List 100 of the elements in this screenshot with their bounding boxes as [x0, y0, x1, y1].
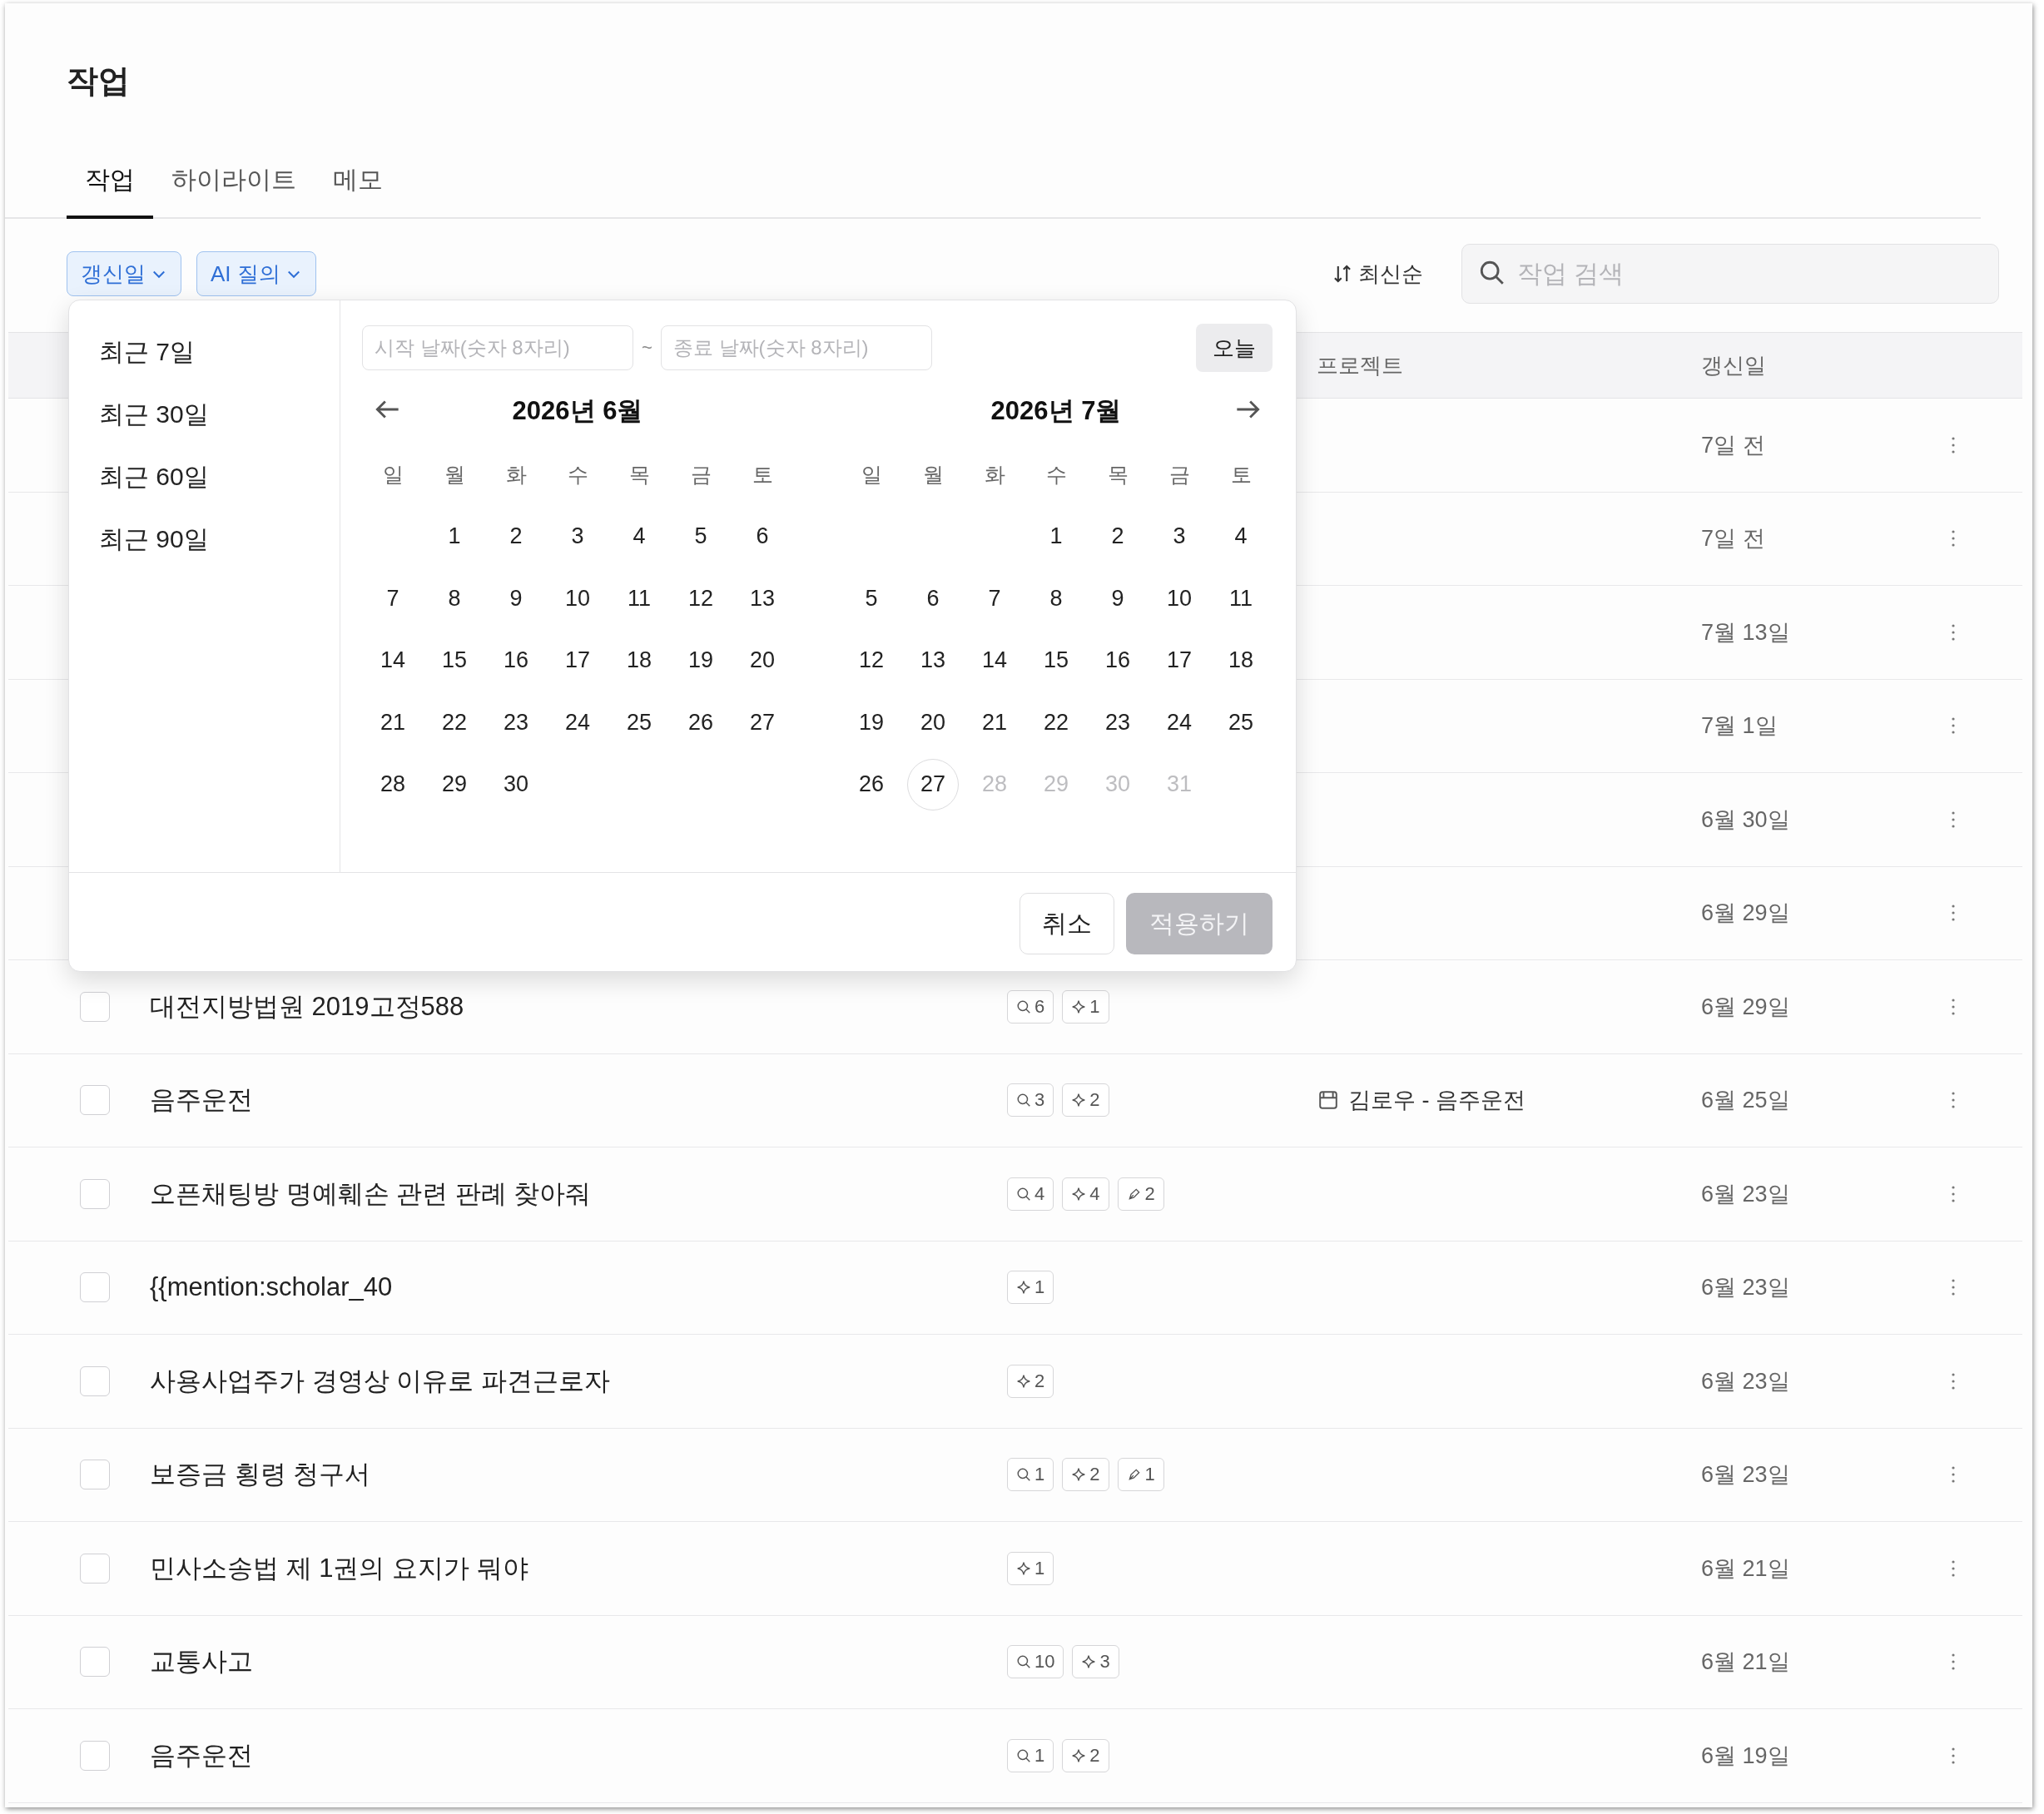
column-header: 갱신일	[1701, 351, 1767, 379]
search-icon	[1016, 999, 1031, 1014]
calendar-day[interactable]: 8	[1030, 572, 1082, 625]
calendar-day[interactable]: 23	[1092, 696, 1144, 749]
calendar-day[interactable]: 28	[367, 758, 419, 810]
tab[interactable]: 하이라이트	[153, 163, 315, 219]
calendar-day: 28	[969, 758, 1020, 810]
calendar-day[interactable]: 14	[367, 634, 419, 686]
calendar-day[interactable]: 13	[737, 572, 788, 625]
calendar-day[interactable]: 5	[675, 510, 727, 563]
filter-dropdown[interactable]: 갱신일	[67, 251, 181, 296]
calendar-day[interactable]: 24	[1153, 696, 1205, 749]
checkbox[interactable]	[80, 1178, 110, 1209]
calendar-day[interactable]: 21	[969, 696, 1020, 749]
calendar-day[interactable]: 2	[1092, 510, 1144, 563]
task-title[interactable]: 사용사업주가 경영상 이유로 파견근로자	[141, 1363, 1007, 1399]
calendar-day[interactable]: 5	[846, 572, 897, 625]
checkbox[interactable]	[80, 991, 110, 1022]
calendar-day[interactable]: 20	[737, 634, 788, 686]
tab[interactable]: 메모	[315, 163, 401, 219]
calendar-day[interactable]: 14	[969, 634, 1020, 686]
calendar-day[interactable]: 15	[1030, 634, 1082, 686]
count-badge: 1	[1007, 1551, 1054, 1585]
calendar-day[interactable]: 10	[1153, 572, 1205, 625]
calendar-day[interactable]: 26	[675, 696, 727, 749]
calendar-day[interactable]: 10	[552, 572, 603, 625]
checkbox[interactable]	[80, 1553, 110, 1584]
checkbox[interactable]	[80, 1272, 110, 1303]
calendar-day[interactable]: 16	[490, 634, 542, 686]
calendar-day[interactable]: 27	[737, 696, 788, 749]
calendar-day[interactable]: 1	[429, 510, 480, 563]
preset-option[interactable]: 최근 7일	[69, 325, 340, 379]
calendar-day[interactable]: 30	[490, 758, 542, 810]
today-button[interactable]: 오늘	[1196, 324, 1273, 372]
tab[interactable]: 작업	[67, 163, 153, 219]
sparkle-icon	[1071, 1747, 1087, 1763]
calendar-day[interactable]: 24	[552, 696, 603, 749]
task-title[interactable]: 보증금 횡령 청구서	[141, 1457, 1007, 1493]
calendar-day[interactable]: 1	[1030, 510, 1082, 563]
cancel-button[interactable]: 취소	[1020, 893, 1114, 954]
calendar-day[interactable]: 13	[907, 634, 959, 686]
calendar-day[interactable]: 9	[1092, 572, 1144, 625]
calendar-day[interactable]: 26	[846, 758, 897, 810]
calendar-day[interactable]: 25	[1215, 696, 1267, 749]
task-title[interactable]: 음주운전	[141, 1083, 1007, 1118]
calendar-day[interactable]: 29	[429, 758, 480, 810]
start-date-field[interactable]: 시작 날짜(숫자 8자리)	[362, 325, 633, 370]
calendar-day[interactable]: 16	[1092, 634, 1144, 686]
calendar-day[interactable]: 21	[367, 696, 419, 749]
checkbox[interactable]	[80, 1647, 110, 1678]
checkbox[interactable]	[80, 1085, 110, 1116]
calendar-day[interactable]: 19	[675, 634, 727, 686]
calendar-day[interactable]: 22	[429, 696, 480, 749]
calendar-day[interactable]: 6	[737, 510, 788, 563]
checkbox[interactable]	[80, 1460, 110, 1490]
end-date-field[interactable]: 종료 날짜(숫자 8자리)	[660, 325, 932, 370]
task-title[interactable]: 음주운전	[141, 1737, 1007, 1773]
checkbox[interactable]	[80, 1740, 110, 1771]
calendar-day[interactable]: 3	[552, 510, 603, 563]
calendar-day[interactable]: 12	[675, 572, 727, 625]
calendar-day[interactable]: 22	[1030, 696, 1082, 749]
preset-option[interactable]: 최근 60일	[69, 450, 340, 504]
calendar-day[interactable]: 3	[1153, 510, 1205, 563]
updated-date: 6월 25일	[1701, 1087, 1791, 1115]
calendar-day[interactable]: 20	[907, 696, 959, 749]
sort-button[interactable]: 최신순	[1327, 258, 1428, 290]
calendar-day[interactable]: 9	[490, 572, 542, 625]
calendar-day[interactable]: 17	[552, 634, 603, 686]
calendar-day[interactable]: 25	[613, 696, 665, 749]
calendar-day[interactable]: 2	[490, 510, 542, 563]
count-badge: 1	[1007, 1738, 1054, 1772]
task-title[interactable]: 오픈채팅방 명예훼손 관련 판례 찾아줘	[141, 1176, 1007, 1212]
calendar-day[interactable]: 7	[367, 572, 419, 625]
calendar-day[interactable]: 12	[846, 634, 897, 686]
task-title[interactable]: {{mention:scholar_40	[141, 1272, 1007, 1303]
calendar-day[interactable]: 18	[1215, 634, 1267, 686]
project-link[interactable]: 김로우 - 음주운전	[1317, 1085, 1701, 1116]
calendar-day[interactable]: 11	[613, 572, 665, 625]
checkbox[interactable]	[80, 1365, 110, 1396]
calendar-day[interactable]: 19	[846, 696, 897, 749]
task-title[interactable]: 대전지방법원 2019고정588	[141, 989, 1007, 1024]
calendar-day[interactable]: 4	[613, 510, 665, 563]
calendar-day[interactable]: 18	[613, 634, 665, 686]
calendar-day[interactable]: 6	[907, 572, 959, 625]
calendar-day[interactable]: 11	[1215, 572, 1267, 625]
calendar-day[interactable]: 17	[1153, 634, 1205, 686]
search-field[interactable]: 작업 검색	[1461, 244, 1999, 304]
calendar-day[interactable]: 4	[1215, 510, 1267, 563]
calendar-day[interactable]: 15	[429, 634, 480, 686]
filter-dropdown[interactable]: AI 질의	[196, 251, 316, 296]
task-title[interactable]: 교통사고	[141, 1644, 1007, 1680]
search-icon	[1478, 259, 1506, 287]
calendar-day[interactable]: 23	[490, 696, 542, 749]
preset-option[interactable]: 최근 30일	[69, 388, 340, 442]
calendar-day[interactable]: 7	[969, 572, 1020, 625]
weekday-label: 수	[1044, 461, 1068, 488]
task-title[interactable]: 민사소송법 제 1권의 요지가 뭐야	[141, 1550, 1007, 1586]
calendar-day: 30	[1092, 758, 1144, 810]
preset-option[interactable]: 최근 90일	[69, 513, 340, 567]
calendar-day[interactable]: 8	[429, 572, 480, 625]
